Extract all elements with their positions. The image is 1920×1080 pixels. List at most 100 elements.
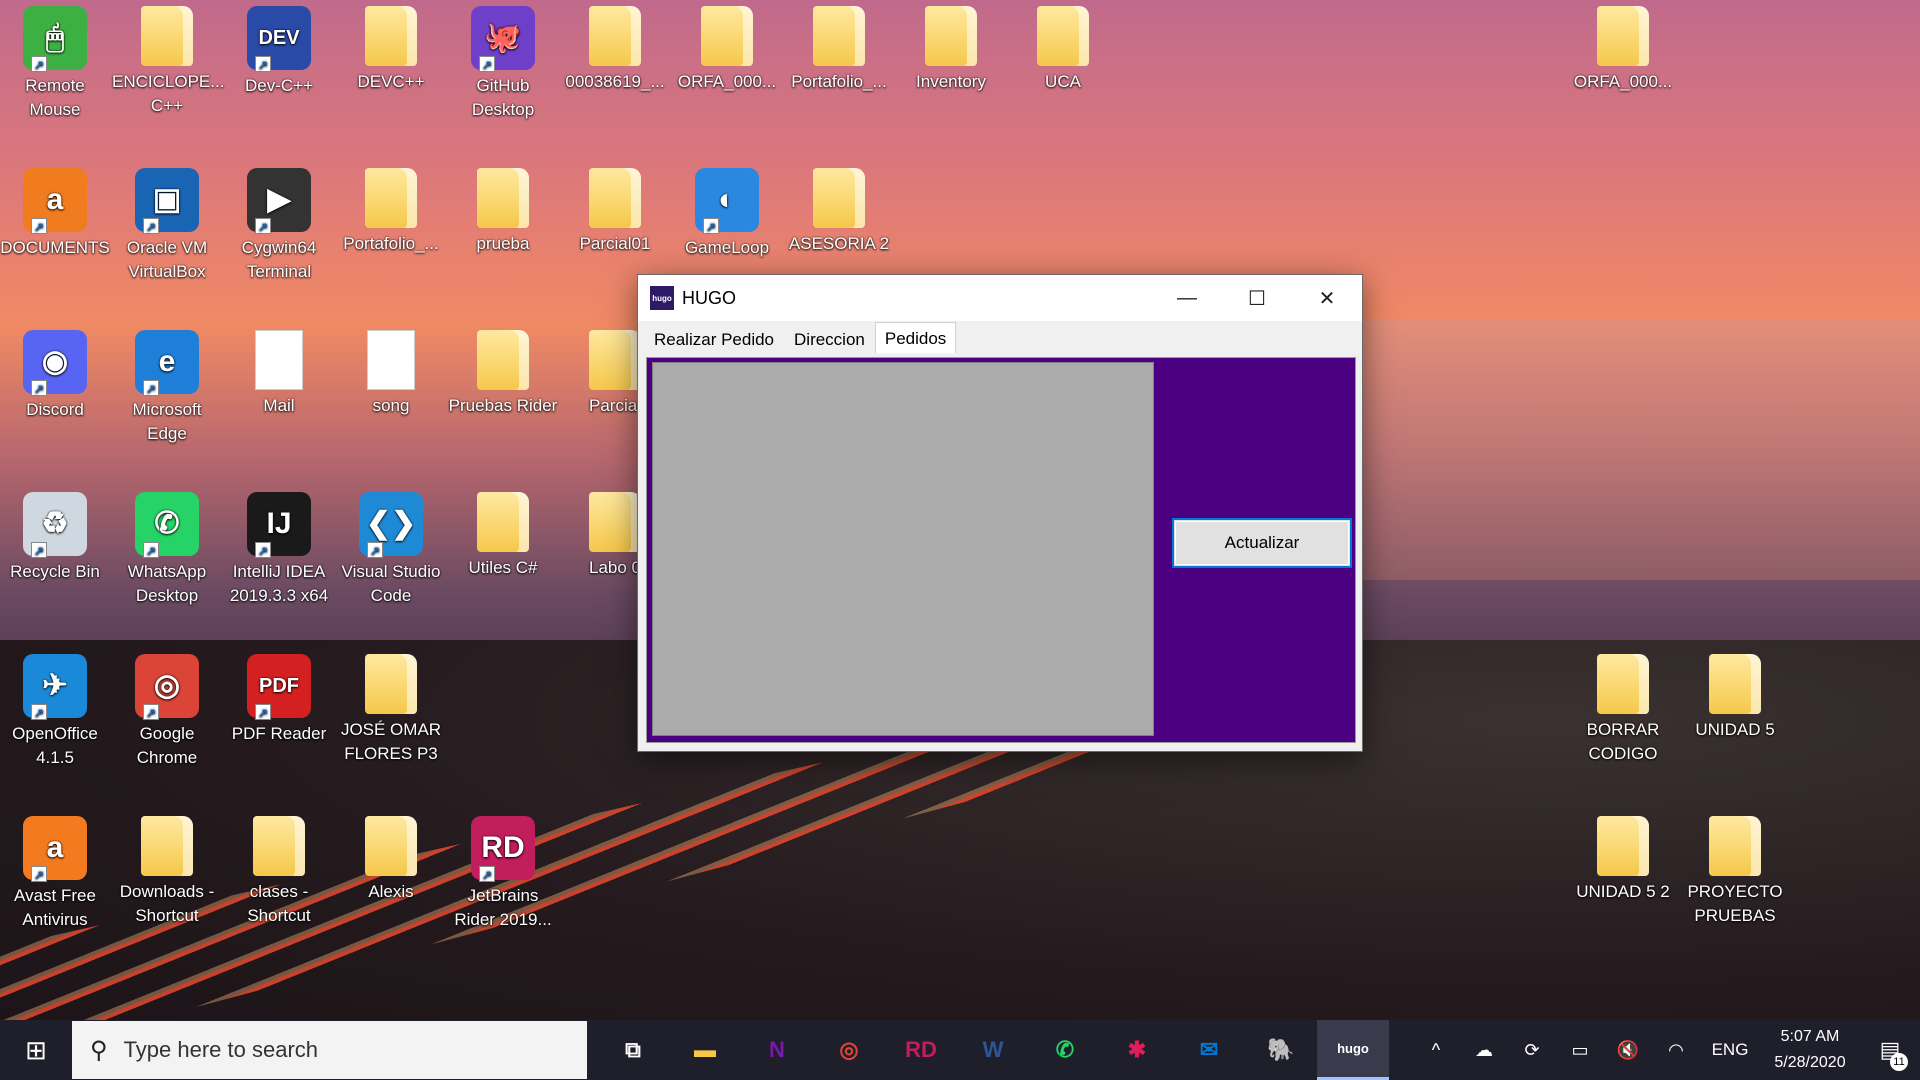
virtualbox-icon: ▣ ↗: [135, 168, 199, 234]
language-indicator[interactable]: ENG: [1700, 1040, 1760, 1060]
desktop-icon-label: Oracle VM VirtualBox: [126, 238, 208, 281]
show-hidden-icons-chevron-icon[interactable]: ^: [1412, 1040, 1460, 1061]
wifi-icon[interactable]: ◠: [1652, 1040, 1700, 1061]
desktop-icon[interactable]: DEVC++: [336, 0, 446, 94]
desktop-icon[interactable]: RD ↗ JetBrains Rider 2019...: [448, 810, 558, 932]
desktop-icon-label: ORFA_000...: [677, 72, 777, 91]
pdf-folder-icon: [1037, 6, 1089, 66]
desktop-icon[interactable]: prueba: [448, 162, 558, 256]
folder-icon: [477, 168, 529, 228]
desktop-icon[interactable]: Inventory: [896, 0, 1006, 94]
tab-direccion[interactable]: Direccion: [784, 325, 875, 353]
folder-icon: [477, 330, 529, 390]
shortcut-arrow-icon: ↗: [143, 542, 159, 558]
desktop-icon[interactable]: ❮❯ ↗ Visual Studio Code: [336, 486, 446, 608]
desktop-icon[interactable]: Downloads - Shortcut: [112, 810, 222, 928]
desktop-icon[interactable]: Alexis: [336, 810, 446, 904]
desktop-icon[interactable]: ENCICLOPE... C++: [112, 0, 224, 118]
desktop-icon[interactable]: 🐙 ↗ GitHub Desktop: [448, 0, 558, 122]
desktop-icon[interactable]: UNIDAD 5 2: [1568, 810, 1678, 904]
desktop-icon[interactable]: JOSÉ OMAR FLORES P3: [336, 648, 446, 766]
desktop-icon[interactable]: 🖱 ↗ Remote Mouse: [0, 0, 110, 122]
taskbar-task-view-icon[interactable]: ⧉: [597, 1020, 669, 1080]
desktop-icon[interactable]: Portafolio_...: [336, 162, 446, 256]
taskbar-file-explorer-icon[interactable]: ▬: [669, 1020, 741, 1080]
desktop-icon[interactable]: ▣ ↗ Oracle VM VirtualBox: [112, 162, 222, 284]
orders-grid[interactable]: [652, 362, 1154, 736]
battery-icon[interactable]: ▭: [1556, 1040, 1604, 1061]
shortcut-arrow-icon: ↗: [143, 380, 159, 396]
desktop-icon[interactable]: song: [336, 324, 446, 418]
desktop-icon[interactable]: Utiles C#: [448, 486, 558, 580]
desktop-icon-label: Downloads - Shortcut: [119, 882, 215, 925]
window-title: HUGO: [682, 287, 736, 308]
desktop-icon[interactable]: Portafolio_...: [784, 0, 894, 94]
window-titlebar[interactable]: hugo HUGO — ☐ ✕: [638, 275, 1362, 321]
taskbar-word-icon[interactable]: W: [957, 1020, 1029, 1080]
desktop-icon[interactable]: ▶ ↗ Cygwin64 Terminal: [224, 162, 334, 284]
desktop-icon[interactable]: clases - Shortcut: [224, 810, 334, 928]
desktop-icon[interactable]: PDF ↗ PDF Reader: [224, 648, 334, 746]
desktop-icon[interactable]: UNIDAD 5: [1680, 648, 1790, 742]
terminal-icon: ▶ ↗: [247, 168, 311, 234]
taskbar-hugo-icon[interactable]: hugo: [1317, 1020, 1389, 1080]
taskbar-chrome-icon[interactable]: ◎: [813, 1020, 885, 1080]
search-box[interactable]: ⚲ Type here to search: [72, 1021, 587, 1079]
desktop-icon-label: Parcial01: [579, 234, 651, 253]
sync-status-icon[interactable]: ⟳: [1508, 1040, 1556, 1061]
shortcut-arrow-icon: ↗: [367, 542, 383, 558]
desktop-icon[interactable]: ✈ ↗ OpenOffice 4.1.5: [0, 648, 110, 770]
start-button[interactable]: ⊞: [0, 1020, 72, 1080]
desktop-icon[interactable]: Parcial01: [560, 162, 670, 256]
search-placeholder: Type here to search: [123, 1037, 319, 1062]
shortcut-arrow-icon: ↗: [31, 218, 47, 234]
actualizar-button[interactable]: Actualizar: [1172, 518, 1352, 568]
system-tray: ^ ☁ ⟳ ▭ 🔇 ◠ ENG 5:07 AM 5/28/2020 ▤ 11: [1412, 1020, 1920, 1080]
taskbar-onenote-icon[interactable]: N: [741, 1020, 813, 1080]
desktop-icon[interactable]: ORFA_000...: [672, 0, 782, 94]
desktop-icon-label: song: [372, 396, 410, 415]
close-button[interactable]: ✕: [1292, 275, 1362, 321]
desktop-icon[interactable]: Pruebas Rider: [448, 324, 558, 418]
taskbar-whatsapp-icon[interactable]: ✆: [1029, 1020, 1101, 1080]
onedrive-cloud-icon[interactable]: ☁: [1460, 1040, 1508, 1061]
maximize-button[interactable]: ☐: [1222, 275, 1292, 321]
downloads-folder-icon: [141, 816, 193, 876]
desktop-icon[interactable]: IJ ↗ IntelliJ IDEA 2019.3.3 x64: [224, 486, 334, 608]
desktop-icon[interactable]: ◉ ↗ Discord: [0, 324, 110, 422]
desktop-icon[interactable]: BORRAR CODIGO: [1568, 648, 1678, 766]
tab-pedidos[interactable]: Pedidos: [874, 322, 957, 353]
desktop-icon[interactable]: Mail: [224, 324, 334, 418]
volume-muted-icon[interactable]: 🔇: [1604, 1040, 1652, 1061]
desktop-icon[interactable]: 00038619_...: [560, 0, 670, 94]
desktop-icon[interactable]: DEV ↗ Dev-C++: [224, 0, 334, 98]
desktop-icon-label: Pruebas Rider: [448, 396, 558, 415]
action-center-button[interactable]: ▤ 11: [1860, 1037, 1920, 1071]
desktop-icon[interactable]: ◐ ↗ GameLoop: [672, 162, 782, 260]
desktop-icon[interactable]: ◎ ↗ Google Chrome: [112, 648, 222, 770]
desktop-icon-label: PDF Reader: [231, 724, 327, 743]
desktop-icon[interactable]: ✆ ↗ WhatsApp Desktop: [112, 486, 222, 608]
desktop-icon[interactable]: PROYECTO PRUEBAS: [1680, 810, 1790, 928]
folder-icon: [1597, 6, 1649, 66]
minimize-button[interactable]: —: [1152, 275, 1222, 321]
shortcut-arrow-icon: ↗: [703, 218, 719, 234]
desktop-icon[interactable]: a ↗ Avast Free Antivirus: [0, 810, 110, 932]
taskbar-postgresql-icon[interactable]: 🐘: [1245, 1020, 1317, 1080]
taskbar-mail-icon[interactable]: ✉: [1173, 1020, 1245, 1080]
desktop-icon[interactable]: ORFA_000...: [1568, 0, 1678, 94]
desktop-icon[interactable]: UCA: [1008, 0, 1118, 94]
clock[interactable]: 5:07 AM 5/28/2020: [1760, 1024, 1860, 1076]
desktop-icon-label: clases - Shortcut: [247, 882, 311, 925]
taskbar-rider-icon[interactable]: RD: [885, 1020, 957, 1080]
desktop-icon[interactable]: ♻ ↗ Recycle Bin: [0, 486, 110, 584]
desktop-icon-label: OpenOffice 4.1.5: [12, 724, 98, 767]
taskbar-slack-icon[interactable]: ✱: [1101, 1020, 1173, 1080]
folder-icon: [589, 6, 641, 66]
desktop-icon[interactable]: ASESORIA 2: [784, 162, 894, 256]
desktop-icon[interactable]: a ↗ DOCUMENTS: [0, 162, 110, 260]
tab-realizar-pedido[interactable]: Realizar Pedido: [644, 325, 784, 353]
shortcut-arrow-icon: ↗: [31, 542, 47, 558]
desktop-icon[interactable]: e ↗ Microsoft Edge: [112, 324, 222, 446]
pdf-reader-icon: PDF ↗: [247, 654, 311, 720]
